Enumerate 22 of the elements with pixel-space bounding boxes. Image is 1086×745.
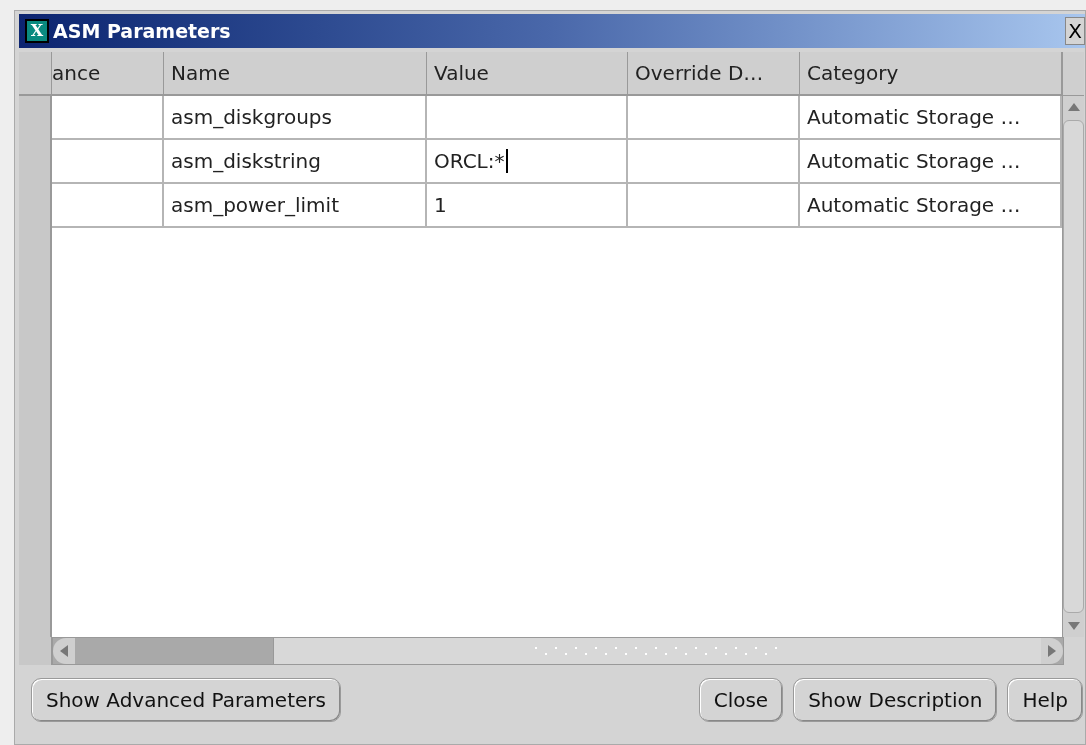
- table-cell[interactable]: 1: [427, 184, 628, 226]
- table-cell[interactable]: asm_diskgroups: [164, 96, 427, 138]
- window-close-button[interactable]: X: [1065, 17, 1085, 45]
- window-title: ASM Parameters: [53, 18, 231, 44]
- dialog-button[interactable]: Show Advanced Parameters: [31, 678, 341, 722]
- dialog-button[interactable]: Help: [1007, 678, 1083, 722]
- scroll-left-icon[interactable]: [53, 638, 75, 664]
- table-cell[interactable]: asm_power_limit: [164, 184, 427, 226]
- column-header[interactable]: Name: [164, 52, 427, 96]
- text-caret: [505, 149, 508, 173]
- column-header[interactable]: ance: [52, 52, 164, 96]
- dialog-button[interactable]: Show Description: [793, 678, 998, 722]
- column-header[interactable]: Override D…: [628, 52, 800, 96]
- table-cell[interactable]: ORCL:*: [427, 140, 628, 182]
- table-cell[interactable]: asm_diskstring: [164, 140, 427, 182]
- dialog-button[interactable]: Close: [698, 678, 784, 722]
- scroll-right-icon[interactable]: [1041, 638, 1063, 664]
- column-header[interactable]: Value: [427, 52, 628, 96]
- app-icon: X: [25, 19, 49, 43]
- scrollbar-corner: [19, 637, 52, 665]
- corner-header: [19, 52, 52, 96]
- column-header[interactable]: Category: [800, 52, 1062, 96]
